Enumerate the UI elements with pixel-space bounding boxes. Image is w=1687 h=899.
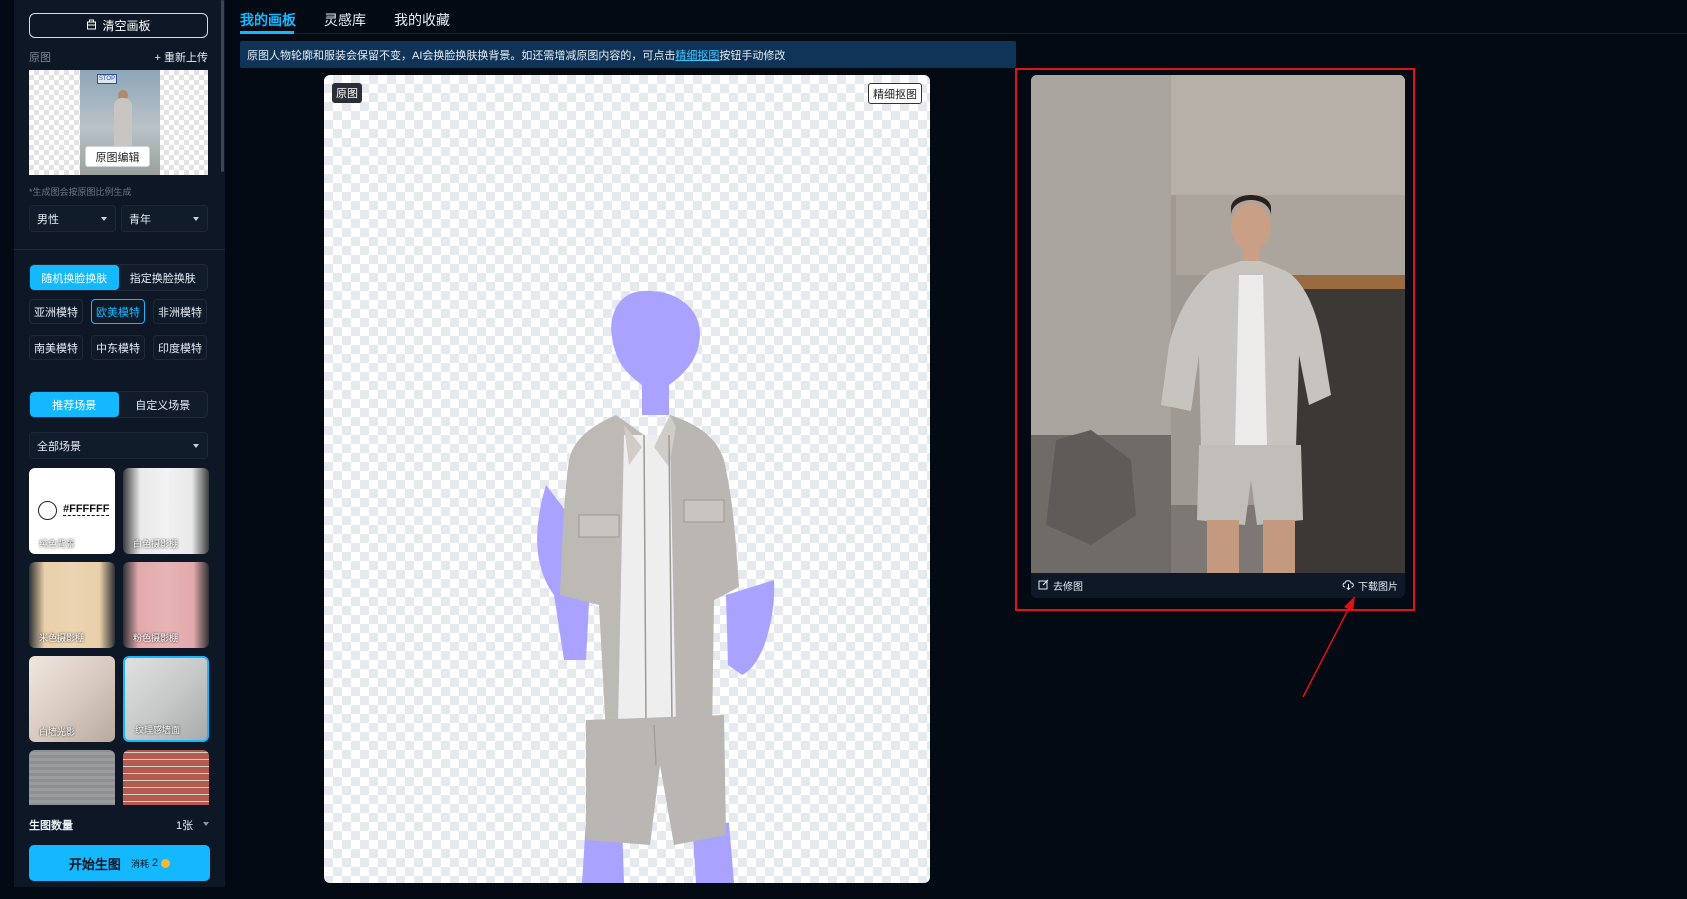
coin-icon — [161, 858, 171, 868]
scene-filter-select[interactable]: 全部场景 — [29, 432, 208, 459]
tab-my-canvas[interactable]: 我的画板 — [240, 10, 296, 30]
clear-canvas-label: 清空画板 — [102, 19, 151, 33]
model-chip-africa[interactable]: 非洲模特 — [153, 299, 207, 324]
scene-tile-solid[interactable]: #FFFFFF 纯色背景 — [29, 468, 115, 554]
scene-label: 白色摄影棚 — [133, 539, 179, 549]
scene-label: 白墙光影 — [39, 727, 76, 737]
scene-mode-custom[interactable]: 自定义场景 — [119, 392, 208, 417]
cost-value: 2 — [151, 857, 159, 869]
clear-icon — [86, 19, 97, 33]
retouch-button[interactable]: 去修图 — [1038, 578, 1083, 593]
scene-tile-light-wall[interactable]: 白墙光影 — [29, 656, 115, 742]
scene-label: 米色摄影棚 — [39, 633, 85, 643]
model-chip-europe-america[interactable]: 欧美模特 — [91, 299, 145, 324]
generated-scene — [1031, 75, 1405, 573]
scene-label: 粉色摄影棚 — [133, 633, 179, 643]
face-mode-specified[interactable]: 指定换脸换肤 — [119, 265, 208, 290]
result-card[interactable]: 去修图 下载图片 — [1031, 75, 1405, 598]
cutout-figure — [537, 290, 775, 883]
start-generate-label: 开始生图 — [68, 856, 121, 872]
sidebar-scroll-area[interactable]: 清空画板 原图 + 重新上传 STOP 原图编辑 *生成图会按原图比例生成 男性… — [14, 0, 225, 805]
scene-label: 纯色背景 — [39, 539, 76, 549]
chevron-down-icon — [193, 444, 199, 448]
face-mode-toggle: 随机换脸换肤 指定换脸换肤 — [29, 264, 208, 291]
info-banner: 原图人物轮廓和服装会保留不变，AI会换脸换肤换背景。如还需增减原图内容的，可点击… — [240, 41, 1016, 68]
stop-sign: STOP — [97, 74, 117, 84]
circle-icon — [38, 501, 57, 520]
age-select[interactable]: 青年 — [121, 205, 208, 232]
gender-select[interactable]: 男性 — [29, 205, 116, 232]
start-generate-button[interactable]: 开始生图 消耗 2 — [29, 845, 210, 881]
cost-label: 消耗 — [130, 858, 149, 869]
generated-photo[interactable] — [1031, 75, 1405, 573]
original-edit-button[interactable]: 原图编辑 — [85, 146, 150, 167]
tab-inspiration[interactable]: 灵感库 — [324, 10, 366, 30]
edit-icon — [1038, 579, 1049, 593]
info-text: 原图人物轮廓和服装会保留不变，AI会换脸换肤换背景。如还需增减原图内容的，可点击 — [247, 49, 676, 62]
scene-tile-concrete[interactable] — [29, 750, 115, 805]
scene-label: 纹理感墙面 — [135, 725, 181, 735]
gender-value: 男性 — [37, 213, 59, 226]
model-chip-south-america[interactable]: 南美模特 — [29, 335, 83, 360]
clear-canvas-button[interactable]: 清空画板 — [29, 13, 208, 38]
scene-tile-beige-studio[interactable]: 米色摄影棚 — [29, 562, 115, 648]
refine-cutout-link[interactable]: 精细抠图 — [675, 47, 719, 63]
model-chip-asia[interactable]: 亚洲模特 — [29, 299, 83, 324]
canvas-badge-original: 原图 — [332, 83, 362, 103]
tab-divider — [240, 33, 1687, 34]
model-chip-india[interactable]: 印度模特 — [153, 335, 207, 360]
ratio-note: *生成图会按原图比例生成 — [29, 187, 132, 197]
active-tab-indicator — [240, 31, 294, 34]
image-count-label: 生图数量 — [29, 820, 73, 832]
reupload-button[interactable]: + 重新上传 — [155, 49, 208, 65]
original-label: 原图 — [29, 52, 51, 64]
scene-filter-value: 全部场景 — [37, 440, 81, 453]
image-count-value[interactable]: 1张 — [176, 817, 193, 833]
sidebar-scrollbar[interactable] — [221, 0, 224, 172]
chevron-down-icon — [193, 217, 199, 221]
chevron-down-icon — [101, 217, 107, 221]
info-text-end: 按钮手动修改 — [719, 49, 786, 62]
refine-cutout-button[interactable]: 精细抠图 — [868, 83, 922, 104]
scene-tile-textured-wall[interactable]: 纹理感墙面 — [123, 656, 209, 742]
scene-mode-recommended[interactable]: 推荐场景 — [30, 392, 119, 417]
scene-mode-toggle: 推荐场景 自定义场景 — [29, 391, 208, 418]
model-chip-middle-east[interactable]: 中东模特 — [91, 335, 145, 360]
original-thumbnail[interactable]: STOP 原图编辑 — [29, 70, 208, 175]
solid-color-code: #FFFFFF — [63, 503, 110, 516]
scene-tile-pink-studio[interactable]: 粉色摄影棚 — [123, 562, 209, 648]
scene-tile-white-studio[interactable]: 白色摄影棚 — [123, 468, 209, 554]
tab-favorites[interactable]: 我的收藏 — [394, 10, 450, 30]
download-label: 下载图片 — [1358, 582, 1398, 593]
original-canvas[interactable]: 原图 精细抠图 — [324, 75, 930, 883]
retouch-label: 去修图 — [1053, 582, 1083, 593]
face-mode-random[interactable]: 随机换脸换肤 — [30, 265, 119, 290]
sidebar: 清空画板 原图 + 重新上传 STOP 原图编辑 *生成图会按原图比例生成 男性… — [14, 0, 225, 887]
divider — [14, 249, 225, 250]
chevron-down-icon[interactable] — [203, 822, 209, 826]
red-arrow-annotation — [1302, 596, 1355, 698]
scene-tile-brick[interactable] — [123, 750, 209, 805]
age-value: 青年 — [129, 213, 151, 226]
